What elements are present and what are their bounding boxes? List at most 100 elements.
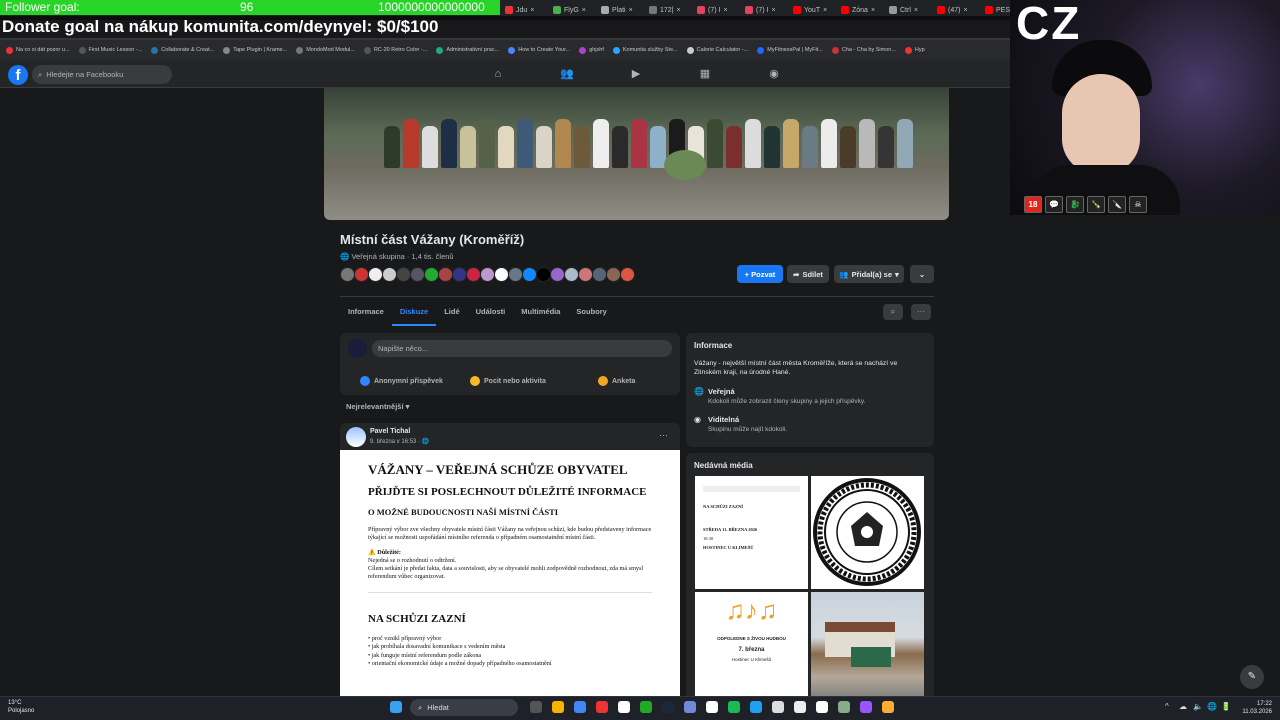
post-image-document[interactable]: VÁŽANY – VEŘEJNÁ SCHŮZE OBYVATEL PŘIJĎTE…	[340, 450, 680, 696]
steam-icon[interactable]	[662, 701, 674, 713]
group-cover-photo[interactable]	[324, 88, 949, 220]
task-view-icon[interactable]	[530, 701, 542, 713]
member-avatar[interactable]	[480, 267, 495, 282]
bookmark-item[interactable]: Collaborate & Creat...	[151, 46, 214, 54]
media-thumb-poster[interactable]: NA SCHŮZI ZAZNÍ STŘEDA 11. BŘEZNA 2026 1…	[695, 476, 808, 589]
member-avatar[interactable]	[494, 267, 509, 282]
weather-widget[interactable]: 13°C Polojasno	[8, 699, 34, 715]
close-icon[interactable]: ×	[914, 7, 918, 14]
bookmark-item[interactable]: Na co si dát pozor u...	[6, 46, 70, 54]
facebook-search-input[interactable]: ⌕ Hledejte na Facebooku	[32, 65, 172, 84]
close-icon[interactable]: ×	[723, 7, 727, 14]
app-icon[interactable]	[838, 701, 850, 713]
chrome-icon[interactable]	[574, 701, 586, 713]
discord-icon[interactable]	[684, 701, 696, 713]
close-icon[interactable]: ×	[963, 7, 967, 14]
bookmark-item[interactable]: RC-20 Retro Color -...	[363, 46, 427, 54]
member-avatar[interactable]	[354, 267, 369, 282]
facebook-logo[interactable]: f	[8, 65, 28, 85]
joined-button[interactable]: 👥 Přidal(a) se ▾	[834, 265, 904, 283]
more-options-button[interactable]: ⌄	[910, 265, 934, 283]
post-author[interactable]: Pavel Tichal	[370, 428, 410, 435]
member-avatar[interactable]	[368, 267, 383, 282]
bookmark-item[interactable]: MyFitnessPal | MyFit...	[757, 46, 823, 54]
app-icon[interactable]	[772, 701, 784, 713]
tab-soubory[interactable]: Soubory	[568, 300, 614, 326]
close-icon[interactable]: ×	[823, 7, 827, 14]
member-avatar[interactable]	[452, 267, 467, 282]
spotify-icon[interactable]	[728, 701, 740, 713]
tab-multimédia[interactable]: Multimédia	[513, 300, 568, 326]
post-menu-icon[interactable]: ···	[659, 430, 668, 440]
close-icon[interactable]: ×	[771, 7, 775, 14]
app-icon[interactable]	[618, 701, 630, 713]
member-avatar[interactable]	[606, 267, 621, 282]
member-avatar[interactable]	[578, 267, 593, 282]
marketplace-icon[interactable]: ▦	[697, 66, 713, 82]
member-avatar[interactable]	[620, 267, 635, 282]
taskbar-search[interactable]: ⌕ Hledat	[410, 699, 518, 716]
tray-icon[interactable]: 🌐	[1207, 702, 1217, 711]
invite-button[interactable]: + Pozvat	[737, 265, 783, 283]
avatar[interactable]	[346, 427, 366, 447]
avatar[interactable]	[348, 339, 367, 358]
member-avatar[interactable]	[410, 267, 425, 282]
app-icon[interactable]	[596, 701, 608, 713]
close-icon[interactable]: ×	[871, 7, 875, 14]
app-icon[interactable]	[794, 701, 806, 713]
windows-start-icon[interactable]	[390, 701, 402, 713]
composer-input[interactable]: Napište něco...	[372, 340, 672, 357]
member-avatar[interactable]	[508, 267, 523, 282]
member-avatar[interactable]	[340, 267, 355, 282]
app-icon[interactable]	[816, 701, 828, 713]
member-avatars[interactable]	[340, 267, 635, 283]
tab-události[interactable]: Události	[468, 300, 514, 326]
bookmark-item[interactable]: How to Create Your...	[508, 46, 570, 54]
member-avatar[interactable]	[564, 267, 579, 282]
member-avatar[interactable]	[522, 267, 537, 282]
member-avatar[interactable]	[536, 267, 551, 282]
poll-button[interactable]: Anketa	[598, 376, 635, 386]
media-thumb-seal[interactable]	[811, 476, 924, 589]
obs-icon[interactable]	[860, 701, 872, 713]
tray-icon[interactable]: 🔈	[1193, 702, 1203, 711]
close-icon[interactable]: ×	[582, 7, 586, 14]
app-icon[interactable]	[750, 701, 762, 713]
member-avatar[interactable]	[438, 267, 453, 282]
share-button[interactable]: ➦ Sdílet	[787, 265, 829, 283]
home-icon[interactable]: ⌂	[490, 66, 506, 82]
sort-dropdown[interactable]: Nejrelevantnější ▾	[346, 402, 409, 411]
close-icon[interactable]: ×	[629, 7, 633, 14]
member-avatar[interactable]	[396, 267, 411, 282]
nvidia-icon[interactable]	[640, 701, 652, 713]
tab-informace[interactable]: Informace	[340, 300, 392, 326]
close-icon[interactable]: ×	[677, 7, 681, 14]
bookmark-item[interactable]: Komunita služby Ste...	[612, 46, 678, 54]
bookmark-item[interactable]: Administrativní prac...	[436, 46, 499, 54]
close-icon[interactable]: ×	[530, 7, 534, 14]
bookmark-item[interactable]: Hyp	[904, 46, 925, 54]
tab-diskuze[interactable]: Diskuze	[391, 300, 437, 326]
bookmark-item[interactable]: ghjshf	[579, 46, 604, 54]
app-icon[interactable]	[882, 701, 894, 713]
post-time[interactable]: 9. března v 16:53 · 🌐	[370, 438, 429, 445]
tray-icon[interactable]: 🔋	[1221, 702, 1231, 711]
member-avatar[interactable]	[466, 267, 481, 282]
media-thumb-photo[interactable]	[811, 592, 924, 705]
gaming-icon[interactable]: ◉	[766, 66, 782, 82]
anonymous-post-button[interactable]: Anonymní příspěvek	[360, 376, 443, 386]
bookmark-item[interactable]: First Music Lesson -...	[78, 46, 142, 54]
tray-icon[interactable]: ☁	[1179, 702, 1187, 711]
edit-icon[interactable]: ✎	[1240, 665, 1264, 689]
bookmark-item[interactable]: MondoMod Modul...	[296, 46, 355, 54]
tray-icon[interactable]: ^	[1165, 702, 1169, 711]
file-explorer-icon[interactable]	[552, 701, 564, 713]
media-thumb-music[interactable]: ♫♪♫ ODPOLEDNE S ŽIVOU HUDBOU 7. března H…	[695, 592, 808, 705]
member-avatar[interactable]	[424, 267, 439, 282]
bookmark-item[interactable]: Cha - Cha by Simon...	[831, 46, 896, 54]
member-avatar[interactable]	[382, 267, 397, 282]
app-icon[interactable]	[706, 701, 718, 713]
search-icon[interactable]: ⌕	[883, 304, 903, 320]
video-icon[interactable]: ▶	[628, 66, 644, 82]
member-avatar[interactable]	[550, 267, 565, 282]
